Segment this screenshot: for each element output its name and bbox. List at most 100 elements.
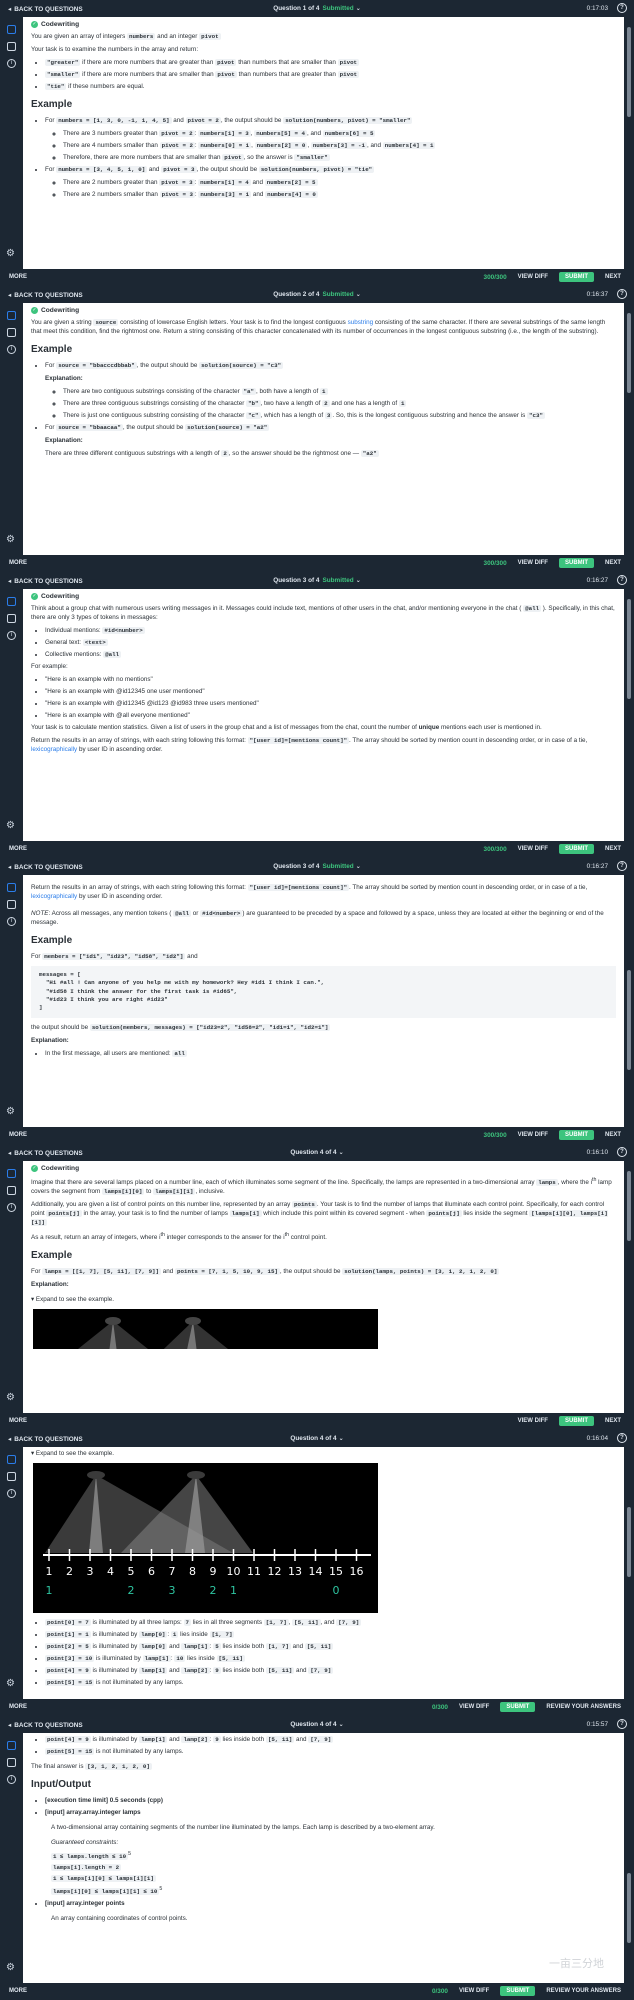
lexicographically-link[interactable]: lexicographically — [31, 893, 77, 900]
submit-button[interactable]: SUBMIT — [500, 1702, 536, 1712]
next-button[interactable]: NEXT — [601, 844, 625, 854]
gear-icon[interactable]: ⚙ — [6, 1392, 15, 1403]
info-icon[interactable]: i — [7, 631, 16, 640]
scrollbar[interactable] — [624, 17, 634, 269]
view-diff-button[interactable]: VIEW DIFF — [514, 272, 552, 282]
description-icon[interactable] — [7, 1741, 16, 1750]
question-selector[interactable]: Question 1 of 4 Submitted ⌄ — [0, 5, 634, 12]
view-diff-button[interactable]: VIEW DIFF — [455, 1702, 493, 1712]
gear-icon[interactable]: ⚙ — [6, 1678, 15, 1689]
next-button[interactable]: NEXT — [601, 1130, 625, 1140]
gear-icon[interactable]: ⚙ — [6, 1962, 15, 1973]
scrollbar[interactable] — [624, 1733, 634, 1983]
scrollbar[interactable] — [624, 1447, 634, 1699]
question-selector[interactable]: Question 4 of 4 ⌄ — [0, 1721, 634, 1728]
gear-icon[interactable]: ⚙ — [6, 820, 15, 831]
description-icon[interactable] — [7, 883, 16, 892]
notes-icon[interactable] — [7, 1186, 16, 1195]
description-icon[interactable] — [7, 1169, 16, 1178]
help-icon[interactable]: ? — [617, 289, 627, 299]
axis-tick-label: 6 — [148, 1565, 155, 1578]
info-icon[interactable]: i — [7, 1775, 16, 1784]
view-diff-button[interactable]: VIEW DIFF — [514, 844, 552, 854]
more-button[interactable]: MORE — [9, 846, 27, 852]
view-diff-button[interactable]: VIEW DIFF — [514, 1130, 552, 1140]
next-button[interactable]: NEXT — [601, 558, 625, 568]
review-answers-button[interactable]: REVIEW YOUR ANSWERS — [542, 1702, 625, 1712]
info-icon[interactable]: i — [7, 59, 16, 68]
submit-button[interactable]: SUBMIT — [558, 1130, 594, 1140]
help-icon[interactable]: ? — [617, 1147, 627, 1157]
example-heading: Example — [31, 1250, 73, 1262]
scroll-thumb[interactable] — [627, 1873, 631, 1943]
more-button[interactable]: MORE — [9, 1704, 27, 1710]
paragraph: NOTE: Across all messages, any mention t… — [31, 909, 604, 926]
panel-question-3-scrolled: ◂ BACK TO QUESTIONS Question 3 of 4 Submit… — [0, 858, 634, 1144]
info-icon[interactable]: i — [7, 1489, 16, 1498]
info-icon[interactable]: i — [7, 917, 16, 926]
expand-toggle[interactable]: ▾ Expand to see the example. — [31, 1296, 616, 1305]
submit-button[interactable]: SUBMIT — [558, 1416, 594, 1426]
gear-icon[interactable]: ⚙ — [6, 1106, 15, 1117]
description-icon[interactable] — [7, 1455, 16, 1464]
submit-button[interactable]: SUBMIT — [558, 844, 594, 854]
submit-button[interactable]: SUBMIT — [558, 272, 594, 282]
view-diff-button[interactable]: VIEW DIFF — [514, 558, 552, 568]
list-item: point[2] = 5 is illuminated by lamp[0] a… — [45, 1642, 616, 1652]
gear-icon[interactable]: ⚙ — [6, 248, 15, 259]
notes-icon[interactable] — [7, 328, 16, 337]
question-selector[interactable]: Question 4 of 4 ⌄ — [0, 1435, 634, 1442]
more-button[interactable]: MORE — [9, 1988, 27, 1994]
review-answers-button[interactable]: REVIEW YOUR ANSWERS — [542, 1986, 625, 1996]
question-selector[interactable]: Question 4 of 4 ⌄ — [0, 1149, 634, 1156]
scrollbar[interactable] — [624, 1161, 634, 1413]
notes-icon[interactable] — [7, 1758, 16, 1767]
scrollbar[interactable] — [624, 589, 634, 841]
point-count-label: 1 — [230, 1584, 237, 1597]
scroll-thumb[interactable] — [627, 313, 631, 393]
description-icon[interactable] — [7, 311, 16, 320]
question-selector[interactable]: Question 3 of 4 Submitted ⌄ — [0, 577, 634, 584]
scrollbar[interactable] — [624, 303, 634, 555]
scroll-thumb[interactable] — [627, 1507, 631, 1577]
question-selector[interactable]: Question 2 of 4 Submitted ⌄ — [0, 291, 634, 298]
score: 300/300 — [483, 273, 507, 281]
view-diff-button[interactable]: VIEW DIFF — [455, 1986, 493, 1996]
submit-button[interactable]: SUBMIT — [558, 558, 594, 568]
more-button[interactable]: MORE — [9, 1132, 27, 1138]
notes-icon[interactable] — [7, 900, 16, 909]
help-icon[interactable]: ? — [617, 861, 627, 871]
scroll-thumb[interactable] — [627, 970, 631, 1070]
scroll-thumb[interactable] — [627, 27, 631, 117]
submit-button[interactable]: SUBMIT — [500, 1986, 536, 1996]
notes-icon[interactable] — [7, 1472, 16, 1481]
help-icon[interactable]: ? — [617, 1719, 627, 1729]
view-diff-button[interactable]: VIEW DIFF — [514, 1416, 552, 1426]
more-button[interactable]: MORE — [9, 560, 27, 566]
description-icon[interactable] — [7, 597, 16, 606]
expand-toggle[interactable]: ▾ Expand to see the example. — [31, 1450, 616, 1459]
message-example-list: "Here is an example with no mentions" "H… — [31, 676, 616, 721]
substring-link[interactable]: substring — [348, 319, 374, 326]
more-button[interactable]: MORE — [9, 1418, 27, 1424]
more-button[interactable]: MORE — [9, 274, 27, 280]
paragraph: Imagine that there are several lamps pla… — [31, 1177, 612, 1196]
gear-icon[interactable]: ⚙ — [6, 534, 15, 545]
help-icon[interactable]: ? — [617, 1433, 627, 1443]
scroll-thumb[interactable] — [627, 599, 631, 699]
description-icon[interactable] — [7, 25, 16, 34]
scrollbar[interactable] — [624, 875, 634, 1127]
axis-tick-label: 9 — [210, 1565, 217, 1578]
lexicographically-link[interactable]: lexicographically — [31, 746, 77, 753]
info-icon[interactable]: i — [7, 1203, 16, 1212]
help-icon[interactable]: ? — [617, 575, 627, 585]
next-button[interactable]: NEXT — [601, 272, 625, 282]
next-button[interactable]: NEXT — [601, 1416, 625, 1426]
notes-icon[interactable] — [7, 42, 16, 51]
scroll-thumb[interactable] — [627, 1171, 631, 1241]
info-icon[interactable]: i — [7, 345, 16, 354]
notes-icon[interactable] — [7, 614, 16, 623]
question-selector[interactable]: Question 3 of 4 Submitted ⌄ — [0, 863, 634, 870]
help-icon[interactable]: ? — [617, 3, 627, 13]
paragraph: Return the results in an array of string… — [31, 736, 588, 753]
